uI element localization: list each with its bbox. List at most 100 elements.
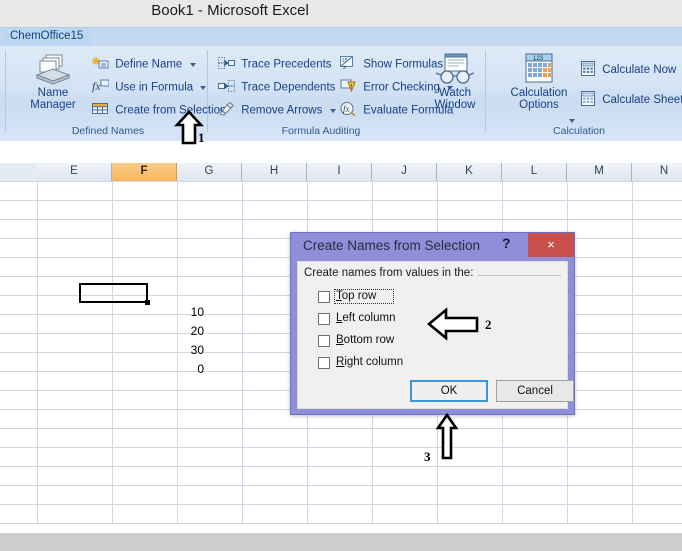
chevron-down-icon[interactable] [329, 108, 336, 113]
name-manager-icon [34, 53, 72, 85]
checkbox-label: Right column [336, 356, 403, 368]
annotation-label-3: 3 [424, 449, 431, 464]
calculate-now-label: Calculate Now [602, 64, 677, 76]
dialog-title-bar: Create Names from Selection ? × [291, 233, 574, 261]
calculate-sheet-icon [580, 91, 596, 109]
selected-cell[interactable] [79, 283, 148, 303]
use-in-formula-label: Use in Formula [115, 81, 194, 94]
chevron-down-icon[interactable] [569, 119, 575, 123]
annotation-arrow-3 [435, 412, 459, 460]
group-separator [5, 50, 6, 132]
checkbox-label-text: ight column [344, 356, 404, 368]
watch-window-button[interactable]: Watch Window [428, 53, 482, 111]
column-header-n[interactable]: N [632, 163, 682, 181]
calculation-options-label-line2: Options [519, 99, 559, 111]
trace-dependents-label: Trace Dependents [241, 81, 336, 94]
name-manager-button[interactable]: Name Manager [20, 53, 86, 111]
column-header-f[interactable]: F [112, 163, 177, 181]
calculation-options-label-line1: Calculation [510, 87, 568, 99]
checkbox-label: Left column [336, 312, 395, 324]
calculate-sheet-command[interactable]: Calculate Sheet [580, 91, 682, 109]
calculate-sheet-label: Calculate Sheet [602, 94, 682, 106]
column-header-h[interactable]: H [242, 163, 307, 181]
define-name-command[interactable]: Define Name [92, 56, 196, 73]
column-header-i[interactable]: I [307, 163, 372, 181]
trace-dependents-command[interactable]: Trace Dependents [218, 79, 335, 96]
cell-value[interactable]: 0 [148, 360, 208, 378]
name-manager-label-line1: Name [37, 87, 69, 99]
column-header-row: E F G H I J K L M N [0, 163, 682, 182]
column-header-l[interactable]: L [502, 163, 567, 181]
tab-chemoffice15[interactable]: ChemOffice15 [2, 28, 92, 47]
cell-value[interactable]: 10 [148, 303, 208, 321]
remove-arrows-command[interactable]: Remove Arrows [218, 101, 336, 119]
chevron-down-icon[interactable] [189, 62, 196, 67]
help-icon[interactable]: ? [502, 235, 511, 251]
column-header-g[interactable]: G [177, 163, 242, 181]
checkbox-label-text: ottom row [343, 334, 395, 346]
annotation-label-1: 1 [198, 130, 205, 145]
create-from-selection-command[interactable]: Create from Selection [92, 102, 226, 119]
checkbox-box[interactable] [318, 291, 330, 303]
use-in-formula-command[interactable]: fx Use in Formula [92, 79, 207, 96]
ribbon: Name Manager Define Name fx Use in Formu… [0, 46, 682, 142]
checkbox-label: Bottom row [336, 334, 394, 346]
annotation-arrow-2 [426, 307, 479, 341]
cell-value[interactable]: 20 [148, 322, 208, 340]
watch-window-label-line1: Watch [438, 87, 472, 99]
checkbox-box[interactable] [318, 335, 330, 347]
error-checking-icon: ! [340, 79, 357, 96]
chevron-down-icon[interactable] [200, 85, 207, 90]
trace-precedents-icon [218, 56, 235, 73]
name-manager-label-line2: Manager [30, 99, 76, 111]
evaluate-formula-icon: fx [340, 102, 357, 119]
column-header-j[interactable]: J [372, 163, 437, 181]
group-separator [207, 50, 208, 132]
group-caption: Create names from values in the: [304, 267, 479, 279]
window-title: Book1 - Microsoft Excel [151, 2, 309, 19]
svg-text:fx: fx [92, 79, 101, 93]
ribbon-tab-strip: ChemOffice15 [0, 27, 682, 47]
trace-precedents-command[interactable]: Trace Precedents [218, 56, 332, 73]
column-header-e[interactable]: E [37, 163, 112, 181]
checkbox-label-text: op row [341, 290, 377, 302]
calculate-now-command[interactable]: Calculate Now [580, 61, 676, 79]
create-from-selection-label: Create from Selection [115, 104, 227, 117]
calculation-options-button[interactable]: 123 Calculation Options [502, 53, 576, 111]
trace-dependents-icon [218, 79, 235, 96]
checkbox-box[interactable] [318, 313, 330, 325]
close-icon[interactable]: × [528, 233, 574, 257]
define-name-label: Define Name [115, 58, 183, 71]
dialog-title: Create Names from Selection [303, 238, 481, 253]
column-header-k[interactable]: K [437, 163, 502, 181]
group-label-formula-auditing: Formula Auditing [281, 125, 361, 137]
svg-text:!: ! [350, 85, 352, 91]
cell-value[interactable]: 30 [148, 341, 208, 359]
remove-arrows-label: Remove Arrows [241, 104, 323, 117]
ribbon-group-partial-left [0, 47, 6, 139]
status-bar [0, 533, 682, 551]
checkbox-label-text: eft column [342, 312, 396, 324]
cancel-button[interactable]: Cancel [496, 380, 574, 402]
ribbon-group-formula-auditing: Trace Precedents Trace Dependents Remove… [212, 47, 486, 139]
annotation-label-2: 2 [485, 317, 492, 332]
group-separator [485, 50, 486, 132]
svg-text:fx: fx [343, 104, 350, 114]
define-name-icon [92, 56, 109, 73]
calculation-options-icon: 123 [522, 53, 556, 85]
window-title-bar: Book1 - Microsoft Excel [0, 0, 682, 27]
ok-button[interactable]: OK [410, 380, 488, 402]
watch-window-icon [435, 53, 475, 85]
create-from-selection-icon [92, 102, 109, 119]
trace-precedents-label: Trace Precedents [241, 58, 332, 71]
column-header-m[interactable]: M [567, 163, 632, 181]
show-formulas-icon: 15 x [340, 56, 357, 73]
checkbox-box[interactable] [318, 357, 330, 369]
accel-key: B [336, 334, 344, 346]
ribbon-group-calculation: 123 Calculation Options Calculate Now Ca… [490, 47, 682, 139]
remove-arrows-icon [218, 101, 235, 119]
calculate-now-icon [580, 61, 596, 79]
checkbox-label: Top row [336, 290, 376, 302]
watch-window-label-line2: Window [434, 99, 476, 111]
group-label-calculation: Calculation [553, 125, 605, 137]
